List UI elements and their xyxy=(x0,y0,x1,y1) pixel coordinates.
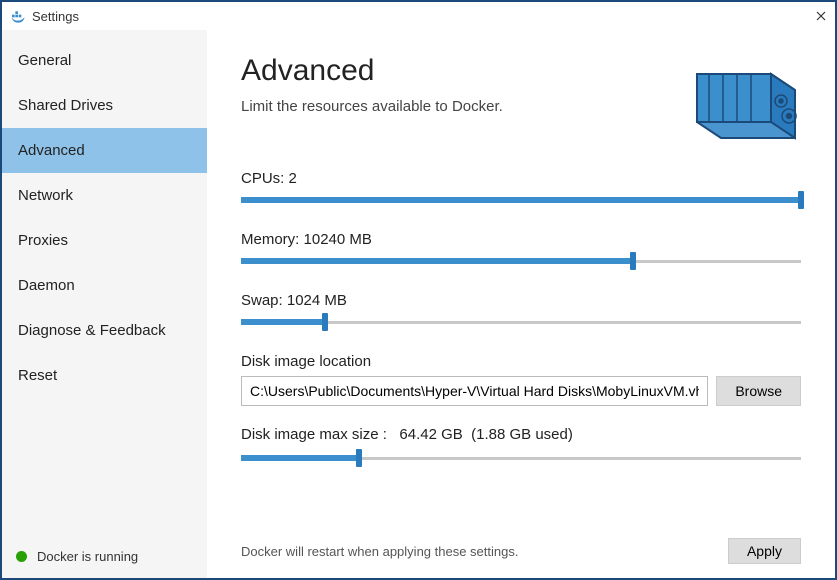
close-icon[interactable] xyxy=(815,10,827,22)
sidebar-item-diagnose-feedback[interactable]: Diagnose & Feedback xyxy=(2,308,207,353)
apply-button[interactable]: Apply xyxy=(728,538,801,564)
memory-slider[interactable] xyxy=(241,256,801,266)
swap-slider-group: Swap: 1024 MB xyxy=(241,292,801,327)
disk-size-label: Disk image max size : xyxy=(241,426,387,443)
window-title: Settings xyxy=(32,9,815,24)
disk-location-row: Browse xyxy=(241,376,801,406)
cpus-slider-group: CPUs: 2 xyxy=(241,170,801,205)
disk-size-row: Disk image max size : 64.42 GB (1.88 GB … xyxy=(241,426,801,443)
docker-icon xyxy=(10,8,26,24)
cpus-label: CPUs: 2 xyxy=(241,170,801,187)
sidebar-list: General Shared Drives Advanced Network P… xyxy=(2,30,207,537)
page-title: Advanced xyxy=(241,54,681,88)
disk-size-value: 64.42 GB xyxy=(399,426,462,443)
page-subtitle: Limit the resources available to Docker. xyxy=(241,98,681,115)
status-text: Docker is running xyxy=(37,549,138,564)
footer-note: Docker will restart when applying these … xyxy=(241,544,728,559)
disk-used-value: (1.88 GB used) xyxy=(471,426,573,443)
swap-slider[interactable] xyxy=(241,317,801,327)
sidebar-item-shared-drives[interactable]: Shared Drives xyxy=(2,83,207,128)
sidebar-item-reset[interactable]: Reset xyxy=(2,353,207,398)
browse-button[interactable]: Browse xyxy=(716,376,801,406)
sidebar-item-general[interactable]: General xyxy=(2,38,207,83)
content: Advanced Limit the resources available t… xyxy=(207,30,835,578)
sidebar-item-proxies[interactable]: Proxies xyxy=(2,218,207,263)
sidebar: General Shared Drives Advanced Network P… xyxy=(2,30,207,578)
memory-slider-group: Memory: 10240 MB xyxy=(241,231,801,266)
sidebar-item-network[interactable]: Network xyxy=(2,173,207,218)
memory-label: Memory: 10240 MB xyxy=(241,231,801,248)
status-indicator-icon xyxy=(16,551,27,562)
header-row: Advanced Limit the resources available t… xyxy=(241,54,801,144)
status-bar: Docker is running xyxy=(2,537,207,578)
cpus-slider[interactable] xyxy=(241,195,801,205)
footer-row: Docker will restart when applying these … xyxy=(241,520,801,564)
sidebar-item-advanced[interactable]: Advanced xyxy=(2,128,207,173)
titlebar: Settings xyxy=(2,2,835,30)
container-illustration-icon xyxy=(691,54,801,144)
swap-label: Swap: 1024 MB xyxy=(241,292,801,309)
main: General Shared Drives Advanced Network P… xyxy=(2,30,835,578)
disk-path-input[interactable] xyxy=(241,376,708,406)
sidebar-item-daemon[interactable]: Daemon xyxy=(2,263,207,308)
disk-size-slider[interactable] xyxy=(241,453,801,463)
disk-location-label: Disk image location xyxy=(241,353,801,370)
